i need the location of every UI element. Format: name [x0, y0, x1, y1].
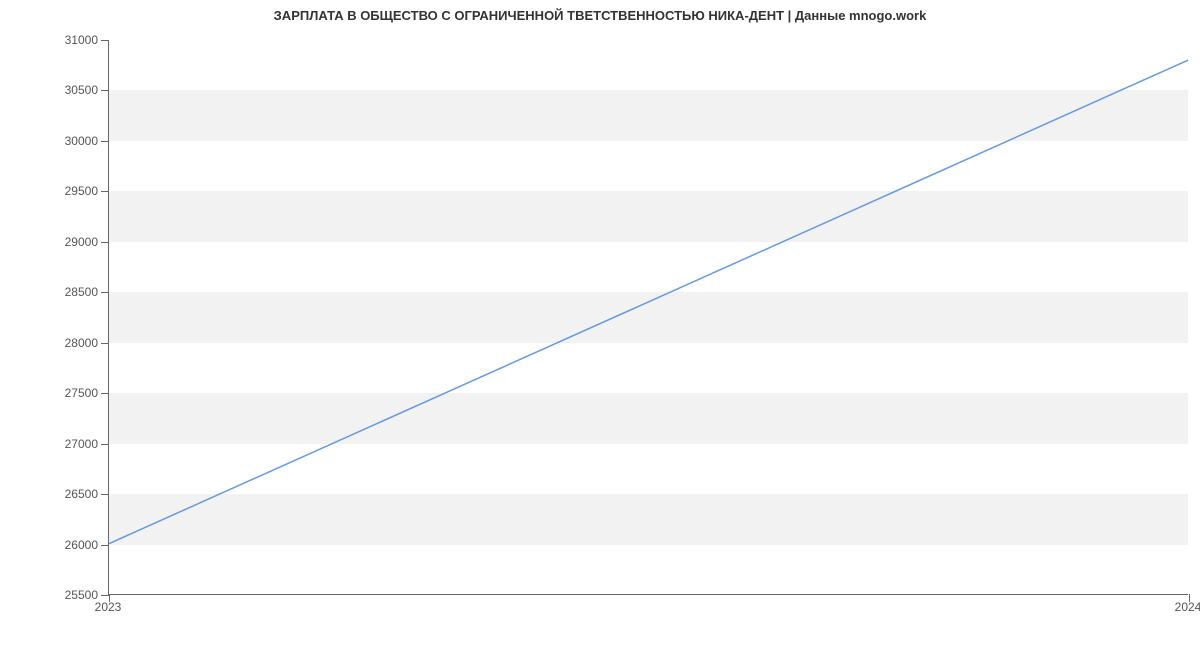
y-tick	[101, 141, 109, 142]
y-tick	[101, 343, 109, 344]
y-tick-label: 29000	[18, 235, 98, 249]
y-tick	[101, 40, 109, 41]
y-tick-label: 27500	[18, 386, 98, 400]
chart-area	[108, 40, 1188, 595]
y-tick	[101, 292, 109, 293]
y-tick	[101, 595, 109, 596]
data-line	[109, 60, 1188, 543]
y-tick	[101, 393, 109, 394]
y-tick	[101, 545, 109, 546]
y-tick	[101, 90, 109, 91]
plot-area	[108, 40, 1188, 595]
chart-title: ЗАРПЛАТА В ОБЩЕСТВО С ОГРАНИЧЕННОЙ ТВЕТС…	[0, 8, 1200, 23]
x-tick-label: 2023	[95, 600, 122, 614]
y-tick-label: 30500	[18, 83, 98, 97]
y-tick-label: 27000	[18, 437, 98, 451]
line-series	[109, 40, 1188, 594]
y-tick-label: 30000	[18, 134, 98, 148]
x-tick-label: 2024	[1175, 600, 1200, 614]
x-tick	[109, 594, 110, 602]
x-tick	[1189, 594, 1190, 602]
y-tick-label: 31000	[18, 33, 98, 47]
y-tick	[101, 444, 109, 445]
y-tick	[101, 191, 109, 192]
y-tick-label: 25500	[18, 588, 98, 602]
y-tick-label: 28000	[18, 336, 98, 350]
y-tick-label: 26500	[18, 487, 98, 501]
y-tick-label: 28500	[18, 285, 98, 299]
y-tick-label: 29500	[18, 184, 98, 198]
y-tick	[101, 242, 109, 243]
y-tick	[101, 494, 109, 495]
y-tick-label: 26000	[18, 538, 98, 552]
